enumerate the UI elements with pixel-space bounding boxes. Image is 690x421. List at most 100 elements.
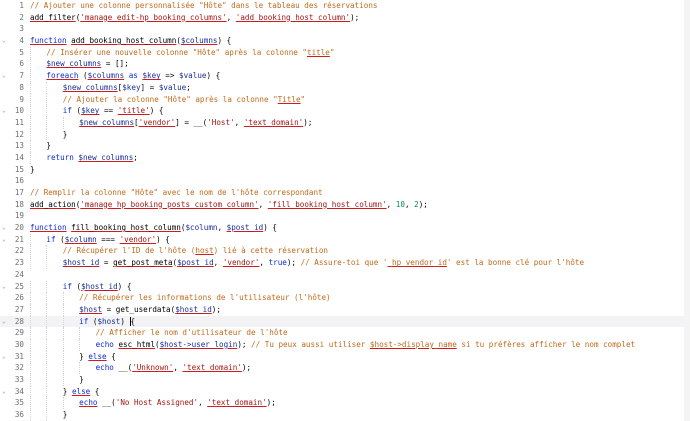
fold-chevron-icon[interactable]: ⌄	[2, 234, 8, 246]
line-number: 6	[19, 59, 24, 69]
code-token: if	[62, 106, 72, 116]
code-text[interactable]: } else {	[30, 385, 99, 398]
code-line[interactable]: 12}	[0, 128, 690, 141]
fold-chevron-icon[interactable]: ⌄	[2, 386, 8, 398]
code-token: echo	[95, 363, 114, 373]
code-text[interactable]: function fill_booking_host_column($colum…	[30, 222, 277, 234]
code-line[interactable]: 33}	[0, 374, 690, 386]
code-text[interactable]: // Récupérer les informations de l'utili…	[30, 292, 331, 304]
code-text[interactable]: echo __('Unknown', 'text_domain');	[30, 362, 251, 374]
code-token: {	[106, 351, 116, 361]
code-line[interactable]: 26 // Récupérer les informations de l'uti…	[0, 292, 690, 304]
code-text[interactable]: function add_booking_host_column($column…	[30, 35, 231, 47]
code-line[interactable]: 16	[0, 175, 690, 187]
fold-chevron-icon[interactable]: ⌄	[2, 105, 8, 117]
code-line[interactable]: 19	[0, 210, 690, 222]
code-line[interactable]: 36}	[0, 409, 690, 421]
indent-guide	[46, 338, 62, 351]
code-text[interactable]: if ($column === 'vendor') {	[30, 233, 170, 246]
code-text[interactable]: foreach ($columns as $key => $value) {	[30, 70, 220, 82]
code-line[interactable]: 10 ⌄ if ($key == 'title') {	[0, 105, 690, 117]
code-text[interactable]: if ($host_id) {	[30, 280, 131, 293]
code-line[interactable]: 7 ⌄ foreach ($columns as $key => $value) {	[0, 70, 690, 82]
code-line[interactable]: 25 ⌄ if ($host_id) {	[0, 280, 690, 293]
code-token: ' est la bonne clé pour l'hôte	[446, 258, 585, 268]
code-line[interactable]: 32 echo __('Unknown', 'text_domain');	[0, 362, 690, 374]
code-text[interactable]: add_action('manage_hp_booking_posts_cust…	[30, 199, 428, 211]
code-text[interactable]: }	[30, 409, 67, 421]
code-token: __(	[97, 398, 116, 408]
code-line[interactable]: 23 $host_id = get_post_meta($post_id, 've…	[0, 257, 690, 269]
code-token: $post_id	[226, 223, 264, 233]
code-line[interactable]: 2 add_filter('manage_edit-hp_booking_colu…	[0, 12, 690, 24]
code-token: );	[303, 117, 313, 127]
code-line[interactable]: 18 add_action('manage_hp_booking_posts_cu…	[0, 199, 690, 211]
code-text[interactable]: $new_columns[$key] = $value;	[30, 81, 191, 94]
code-line[interactable]: 20 ⌄ function fill_booking_host_column($co…	[0, 222, 690, 234]
code-line[interactable]: 29 // Afficher le nom d'utilisateur de l'…	[0, 327, 690, 339]
code-token: else	[88, 351, 107, 361]
fold-chevron-icon[interactable]: ⌄	[2, 281, 8, 293]
code-token: $value	[179, 71, 207, 81]
code-line[interactable]: 5 // Insérer une nouvelle colonne "Hôte" …	[0, 46, 690, 59]
code-text[interactable]: }	[30, 140, 51, 152]
code-token: )	[120, 316, 130, 326]
code-text[interactable]: }	[30, 164, 35, 176]
code-text[interactable]: echo __('No Host Assigned', 'text_domain…	[30, 397, 276, 410]
code-text[interactable]: }	[30, 128, 67, 141]
code-text[interactable]: $host = get_userdata($host_id);	[30, 303, 221, 316]
code-line[interactable]: 27 $host = get_userdata($host_id);	[0, 303, 690, 316]
code-editor[interactable]: 1 // Ajouter une colonne personnalisée "H…	[0, 0, 690, 421]
fold-chevron-icon[interactable]: ⌄	[2, 70, 8, 82]
fold-chevron-icon[interactable]: ⌄	[2, 316, 8, 328]
code-text[interactable]: if ($key == 'title') {	[30, 105, 163, 117]
code-text[interactable]: $new_columns = [];	[30, 58, 129, 71]
code-line[interactable]: 3	[0, 23, 690, 35]
code-line[interactable]: 22 // Récupérer l'ID de l'hôte (host) lié…	[0, 245, 690, 258]
code-line[interactable]: 13}	[0, 140, 690, 152]
code-text[interactable]: $host_id = get_post_meta($post_id, 'vend…	[30, 257, 584, 269]
code-line[interactable]: 11 $new_columns['vendor'] = __('Host', 't…	[0, 116, 690, 129]
code-text[interactable]: // Remplir la colonne "Hôte" avec le nom…	[30, 187, 323, 199]
fold-chevron-icon[interactable]: ⌄	[2, 35, 8, 47]
code-line[interactable]: 15}	[0, 164, 690, 176]
code-text[interactable]: } else {	[30, 350, 116, 363]
fold-chevron-icon[interactable]: ⌄	[2, 222, 8, 234]
code-text[interactable]: // Récupérer l'ID de l'hôte (host) lié à…	[30, 245, 328, 258]
code-text[interactable]: // Insérer une nouvelle colonne "Hôte" a…	[30, 46, 334, 59]
code-line[interactable]: 8 $new_columns[$key] = $value;	[0, 81, 690, 94]
code-line[interactable]: 28 ⌄ if ($host) {	[0, 315, 690, 328]
code-token: $new_columns	[62, 82, 118, 92]
code-text[interactable]: $new_columns['vendor'] = __('Host', 'tex…	[30, 116, 313, 129]
code-text[interactable]: add_filter('manage_edit-hp_booking_colum…	[30, 12, 359, 24]
code-lines[interactable]: 1 // Ajouter une colonne personnalisée "H…	[0, 0, 690, 421]
indent-guide	[46, 245, 62, 258]
code-line[interactable]: 4 ⌄ function add_booking_host_column($colu…	[0, 35, 690, 47]
indent-guide	[30, 140, 46, 152]
code-line[interactable]: 9 // Ajouter la colonne "Hôte" après la c…	[0, 93, 690, 106]
code-token: 'add_booking_host_column'	[235, 12, 351, 22]
scrollbar[interactable]	[684, 0, 690, 421]
code-text[interactable]: }	[30, 374, 84, 386]
code-text[interactable]: // Ajouter la colonne "Hôte" après la co…	[30, 93, 305, 106]
code-line[interactable]: 17 // Remplir la colonne "Hôte" avec le n…	[0, 187, 690, 199]
code-line[interactable]: 30 echo esc_html($host->user_login); // T…	[0, 338, 690, 351]
code-text[interactable]: if ($host) {	[30, 315, 136, 328]
code-token: title	[307, 47, 330, 57]
code-text[interactable]: // Afficher le nom d'utilisateur de l'hô…	[30, 327, 288, 339]
code-line[interactable]: 21 ⌄ if ($column === 'vendor') {	[0, 233, 690, 246]
code-token: (	[71, 281, 82, 291]
code-text[interactable]: return $new_columns;	[30, 151, 138, 164]
code-line[interactable]: 1 // Ajouter une colonne personnalisée "H…	[0, 0, 690, 12]
code-token: ] =	[140, 82, 159, 92]
code-line[interactable]: 34 ⌄} else {	[0, 385, 690, 398]
code-token: ) {	[149, 106, 164, 116]
code-line[interactable]: 14 return $new_columns;	[0, 151, 690, 164]
code-text[interactable]: // Ajouter une colonne personnalisée "Hô…	[30, 0, 377, 12]
code-line[interactable]: 24	[0, 269, 690, 281]
code-line[interactable]: 35 echo __('No Host Assigned', 'text_doma…	[0, 397, 690, 410]
code-text[interactable]: echo esc_html($host->user_login); // Tu …	[30, 338, 635, 351]
fold-chevron-icon[interactable]: ⌄	[2, 351, 8, 363]
code-line[interactable]: 6 $new_columns = [];	[0, 58, 690, 71]
code-line[interactable]: 31 ⌄} else {	[0, 350, 690, 363]
